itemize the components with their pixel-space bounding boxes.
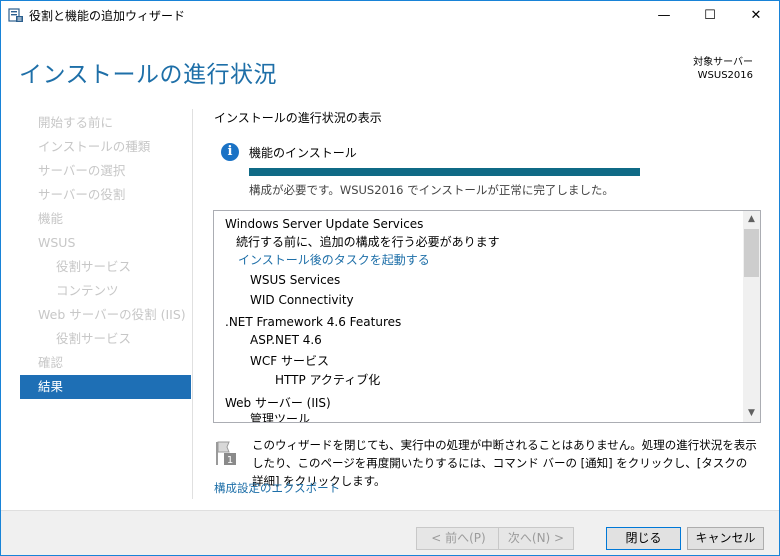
nav-step-item[interactable]: WSUS	[20, 231, 191, 255]
nav-step-item[interactable]: インストールの種類	[20, 135, 191, 159]
maximize-button[interactable]: ☐	[687, 1, 733, 30]
target-server-name: WSUS2016	[697, 70, 753, 81]
wizard-steps-nav: 開始する前に インストールの種類 サーバーの選択 サーバーの役割 機能 WSUS 役割サービ…	[20, 111, 191, 399]
results-list-box[interactable]: Windows Server Update Services 続行する前に、追加の…	[213, 210, 761, 423]
result-item: ASP.NET 4.6	[250, 333, 322, 347]
nav-divider	[192, 109, 193, 499]
nav-step-item[interactable]: 機能	[20, 207, 191, 231]
feature-installation-title: 機能のインストール	[249, 146, 357, 160]
results-scrollbar[interactable]: ▲ ▼	[743, 211, 760, 422]
close-window-button[interactable]: ✕	[733, 1, 779, 30]
result-feature-heading: Web サーバー (IIS)	[225, 396, 331, 410]
close-button[interactable]: 閉じる	[606, 527, 681, 550]
nav-step-item[interactable]: サーバーの選択	[20, 159, 191, 183]
nav-step-item[interactable]: サーバーの役割	[20, 183, 191, 207]
result-item: HTTP アクティブ化	[275, 373, 381, 387]
wizard-window: 役割と機能の追加ウィザード — ☐ ✕ インストールの進行状況 対象サーバー W…	[0, 0, 780, 556]
result-item: 続行する前に、追加の構成を行う必要があります	[236, 235, 500, 249]
progress-bar-fill	[249, 168, 640, 176]
export-configuration-link[interactable]: 構成設定のエクスポート	[214, 480, 340, 496]
notification-badge: 1	[227, 455, 233, 466]
scroll-down-arrow-icon[interactable]: ▼	[743, 405, 760, 422]
server-manager-icon	[8, 8, 23, 22]
nav-step-item[interactable]: 開始する前に	[20, 111, 191, 135]
notification-flag-icon: 1	[216, 441, 236, 466]
title-bar[interactable]: 役割と機能の追加ウィザード — ☐ ✕	[1, 1, 779, 31]
scroll-thumb[interactable]	[744, 229, 759, 277]
post-install-tasks-link[interactable]: インストール後のタスクを起動する	[238, 251, 430, 268]
maximize-icon: ☐	[704, 8, 716, 23]
info-icon: i	[221, 143, 239, 161]
result-item: 管理ツール	[250, 412, 311, 423]
result-item: WID Connectivity	[250, 293, 354, 307]
installation-progress-bar	[249, 168, 640, 176]
nav-step-item[interactable]: Web サーバーの役割 (IIS)	[20, 303, 191, 327]
result-item: WSUS Services	[250, 273, 341, 287]
minimize-icon: —	[657, 8, 671, 23]
page-title: インストールの進行状況	[19, 62, 278, 88]
window-title: 役割と機能の追加ウィザード	[29, 9, 186, 23]
nav-step-item[interactable]: 結果	[20, 375, 191, 399]
target-server-label: 対象サーバー	[693, 57, 753, 68]
nav-step-item[interactable]: コンテンツ	[20, 279, 191, 303]
progress-status-message: 構成が必要です。WSUS2016 でインストールが正常に完了しました。	[249, 183, 614, 197]
result-feature-heading: Windows Server Update Services	[225, 217, 424, 231]
target-server-info: 対象サーバー WSUS2016	[693, 56, 753, 82]
nav-step-item[interactable]: 確認	[20, 351, 191, 375]
nav-step-item[interactable]: 役割サービス	[20, 255, 191, 279]
minimize-button[interactable]: —	[641, 1, 687, 30]
cancel-button[interactable]: キャンセル	[687, 527, 764, 550]
result-item: WCF サービス	[250, 354, 329, 368]
wizard-footer: < 前へ(P) 次へ(N) > 閉じる キャンセル	[1, 510, 779, 555]
previous-button[interactable]: < 前へ(P)	[416, 527, 501, 550]
next-button[interactable]: 次へ(N) >	[498, 527, 574, 550]
nav-step-item[interactable]: 役割サービス	[20, 327, 191, 351]
scroll-up-arrow-icon[interactable]: ▲	[743, 211, 760, 228]
result-feature-heading: .NET Framework 4.6 Features	[225, 315, 402, 329]
section-title: インストールの進行状況の表示	[214, 111, 382, 125]
close-icon: ✕	[750, 8, 762, 23]
